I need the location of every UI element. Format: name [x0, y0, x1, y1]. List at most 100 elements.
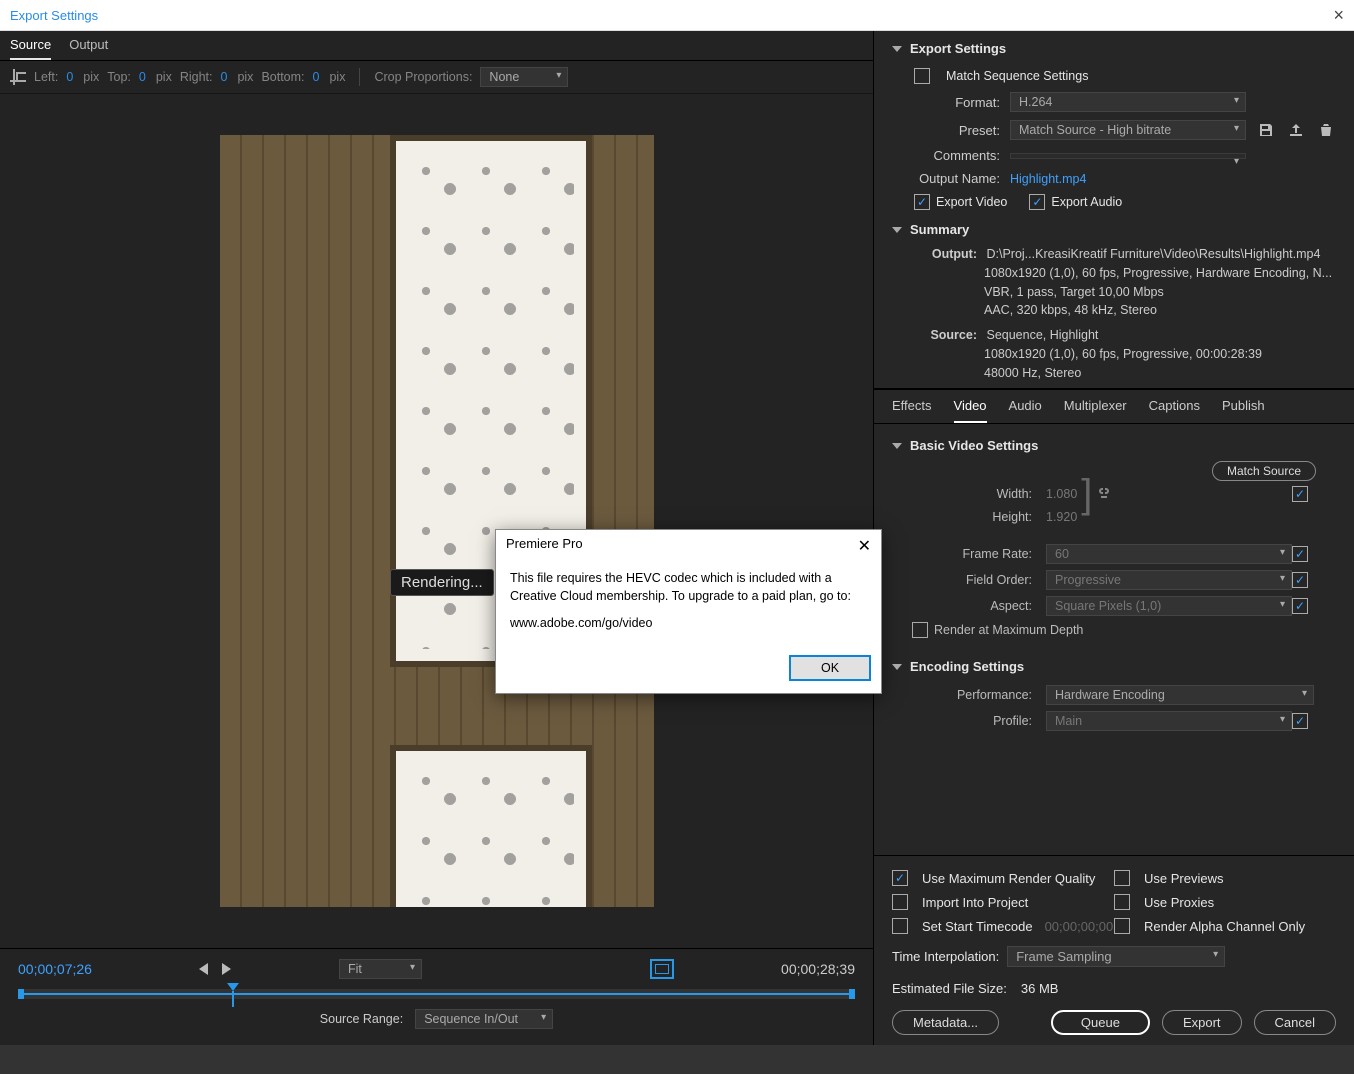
- export-video-label: Export Video: [936, 195, 1007, 209]
- render-alpha-checkbox[interactable]: [1114, 918, 1130, 934]
- source-range-dropdown[interactable]: Sequence In/Out: [415, 1009, 553, 1029]
- crop-right-value[interactable]: 0: [221, 70, 228, 84]
- import-preset-icon[interactable]: [1286, 121, 1306, 139]
- dialog-link[interactable]: www.adobe.com/go/video: [510, 615, 867, 633]
- comments-label: Comments:: [892, 148, 1000, 163]
- chevron-down-icon[interactable]: [892, 227, 902, 233]
- crop-bottom-unit: pix: [329, 70, 345, 84]
- crop-top-value[interactable]: 0: [139, 70, 146, 84]
- summary-header: Summary: [910, 222, 969, 237]
- aspect-label: Aspect:: [892, 599, 1032, 613]
- tab-video[interactable]: Video: [954, 398, 987, 423]
- est-size-value: 36 MB: [1021, 981, 1059, 996]
- use-previews-label: Use Previews: [1144, 871, 1223, 886]
- export-audio-label: Export Audio: [1051, 195, 1122, 209]
- step-back-icon[interactable]: [199, 963, 208, 975]
- duration-timecode: 00;00;28;39: [781, 961, 855, 977]
- encoding-header: Encoding Settings: [910, 659, 1024, 674]
- max-depth-checkbox[interactable]: [912, 622, 928, 638]
- zoom-fit-dropdown[interactable]: Fit: [339, 959, 422, 979]
- tab-source[interactable]: Source: [10, 37, 51, 60]
- est-size-label: Estimated File Size:: [892, 981, 1007, 996]
- import-project-label: Import Into Project: [922, 895, 1028, 910]
- time-interp-dropdown[interactable]: Frame Sampling: [1007, 946, 1225, 967]
- tab-effects[interactable]: Effects: [892, 398, 932, 423]
- use-proxies-checkbox[interactable]: [1114, 894, 1130, 910]
- match-sequence-checkbox[interactable]: [914, 68, 930, 84]
- crop-right-label: Right:: [180, 70, 213, 84]
- dialog-body-text: This file requires the HEVC codec which …: [510, 570, 867, 605]
- dimension-brace: ]: [1081, 484, 1092, 504]
- dialog-title: Premiere Pro: [506, 536, 583, 556]
- safe-margins-icon[interactable]: [650, 959, 674, 979]
- aspect-match-checkbox[interactable]: [1292, 598, 1308, 614]
- link-dimensions-icon[interactable]: [1096, 485, 1112, 504]
- delete-preset-icon[interactable]: [1316, 121, 1336, 139]
- preset-label: Preset:: [892, 123, 1000, 138]
- width-match-checkbox[interactable]: [1292, 486, 1308, 502]
- separator: [359, 68, 360, 86]
- export-video-checkbox[interactable]: [914, 194, 930, 210]
- hevc-dialog: Premiere Pro ✕ This file requires the HE…: [495, 529, 882, 694]
- timeline-scrubber[interactable]: [18, 989, 855, 999]
- export-audio-checkbox[interactable]: [1029, 194, 1045, 210]
- height-value[interactable]: 1.920: [1046, 510, 1077, 524]
- output-name-link[interactable]: Highlight.mp4: [1010, 172, 1086, 186]
- width-value[interactable]: 1.080: [1046, 487, 1077, 501]
- tab-captions[interactable]: Captions: [1149, 398, 1200, 423]
- chevron-down-icon[interactable]: [892, 443, 902, 449]
- profile-dropdown[interactable]: Main: [1046, 711, 1292, 731]
- metadata-button[interactable]: Metadata...: [892, 1010, 999, 1035]
- performance-dropdown[interactable]: Hardware Encoding: [1046, 685, 1314, 705]
- chevron-down-icon[interactable]: [892, 664, 902, 670]
- crop-proportions-dropdown[interactable]: None: [480, 67, 568, 87]
- dialog-close-icon[interactable]: ✕: [858, 536, 871, 556]
- crop-icon[interactable]: [10, 69, 26, 85]
- summary-source-key: Source:: [922, 326, 977, 345]
- playhead-timecode[interactable]: 00;00;07;26: [18, 961, 92, 977]
- fieldorder-match-checkbox[interactable]: [1292, 572, 1308, 588]
- import-project-checkbox[interactable]: [892, 894, 908, 910]
- framerate-dropdown[interactable]: 60: [1046, 544, 1292, 564]
- tab-publish[interactable]: Publish: [1222, 398, 1265, 423]
- rendering-tooltip: Rendering...: [390, 569, 494, 596]
- profile-label: Profile:: [892, 714, 1032, 728]
- crop-right-unit: pix: [237, 70, 253, 84]
- queue-button[interactable]: Queue: [1051, 1010, 1150, 1035]
- crop-left-value[interactable]: 0: [66, 70, 73, 84]
- comments-input[interactable]: [1010, 153, 1246, 159]
- time-interp-label: Time Interpolation:: [892, 949, 999, 964]
- set-start-tc-checkbox[interactable]: [892, 918, 908, 934]
- fieldorder-label: Field Order:: [892, 573, 1032, 587]
- aspect-dropdown[interactable]: Square Pixels (1,0): [1046, 596, 1292, 616]
- preset-dropdown[interactable]: Match Source - High bitrate: [1010, 120, 1246, 140]
- set-start-tc-value: 00;00;00;00: [1045, 919, 1114, 934]
- framerate-match-checkbox[interactable]: [1292, 546, 1308, 562]
- format-dropdown[interactable]: H.264: [1010, 92, 1246, 112]
- chevron-down-icon[interactable]: [892, 46, 902, 52]
- export-settings-header: Export Settings: [910, 41, 1006, 56]
- crop-proportions-label: Crop Proportions:: [374, 70, 472, 84]
- summary-output-path: D:\Proj...KreasiKreatif Furniture\Video\…: [986, 247, 1320, 261]
- cancel-button[interactable]: Cancel: [1254, 1010, 1336, 1035]
- use-previews-checkbox[interactable]: [1114, 870, 1130, 886]
- save-preset-icon[interactable]: [1256, 121, 1276, 139]
- dialog-ok-button[interactable]: OK: [789, 655, 871, 681]
- max-render-checkbox[interactable]: [892, 870, 908, 886]
- output-name-label: Output Name:: [892, 171, 1000, 186]
- step-forward-icon[interactable]: [222, 963, 231, 975]
- crop-bottom-value[interactable]: 0: [313, 70, 320, 84]
- tab-output[interactable]: Output: [69, 37, 108, 60]
- tab-audio[interactable]: Audio: [1009, 398, 1042, 423]
- fieldorder-dropdown[interactable]: Progressive: [1046, 570, 1292, 590]
- profile-match-checkbox[interactable]: [1292, 713, 1308, 729]
- height-label: Height:: [892, 510, 1032, 524]
- summary-output-line2: 1080x1920 (1,0), 60 fps, Progressive, Ha…: [922, 264, 1336, 283]
- window-title: Export Settings: [10, 8, 98, 23]
- match-source-button[interactable]: Match Source: [1212, 461, 1316, 481]
- tab-multiplexer[interactable]: Multiplexer: [1064, 398, 1127, 423]
- export-button[interactable]: Export: [1162, 1010, 1242, 1035]
- summary-source-line3: 48000 Hz, Stereo: [922, 364, 1336, 383]
- close-icon[interactable]: ×: [1333, 5, 1344, 26]
- crop-bottom-label: Bottom:: [261, 70, 304, 84]
